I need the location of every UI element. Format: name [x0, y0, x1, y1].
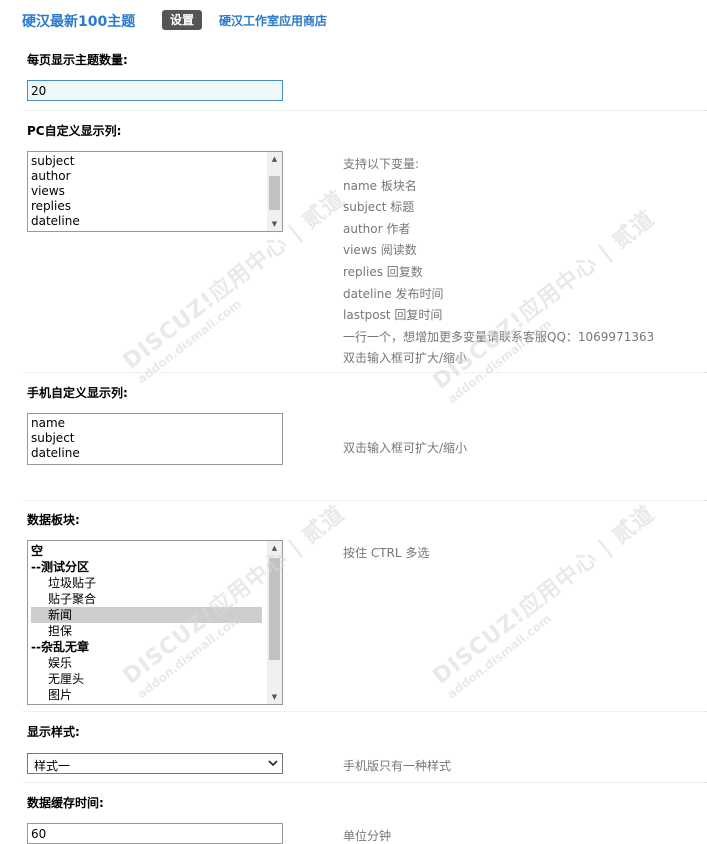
hint-line: replies 回复数 — [343, 265, 423, 279]
select-option[interactable]: 垃圾贴子 — [48, 575, 96, 591]
select-option[interactable]: 娱乐 — [48, 655, 72, 671]
select-option[interactable]: 无厘头 — [48, 671, 84, 687]
store-link[interactable]: 硬汉工作室应用商店 — [219, 12, 327, 29]
textarea-line: name — [31, 416, 66, 430]
cache-hint: 单位分钟 — [343, 829, 392, 843]
select-option-selected[interactable]: 新闻 — [31, 607, 262, 623]
pc-columns-textarea[interactable]: subject author views replies dateline ▲ … — [27, 151, 283, 232]
hint-line: 一行一个，想增加更多变量请联系客服QQ：1069971363 — [343, 330, 655, 344]
textarea-line: subject — [31, 154, 75, 168]
hint-line: 双击输入框可扩大/缩小 — [343, 351, 468, 365]
cache-input[interactable] — [27, 823, 283, 844]
divider — [22, 711, 707, 712]
style-select[interactable]: 样式一 — [27, 753, 283, 774]
scrollbar[interactable]: ▲ ▼ — [267, 541, 282, 704]
mobile-columns-hint: 双击输入框可扩大/缩小 — [343, 441, 468, 455]
tab-settings[interactable]: 设置 — [162, 10, 203, 30]
watermark: DISCUZ!应用中心 | 贰道 addon.dismall.com — [428, 206, 660, 407]
hint-line: 支持以下变量: — [343, 157, 420, 171]
forums-select[interactable]: 空 --测试分区 垃圾贴子 贴子聚合 新闻 担保 --杂乱无章 娱乐 无厘头 图… — [27, 540, 283, 705]
scroll-down-icon[interactable]: ▼ — [267, 217, 282, 231]
app-title: 硬汉最新100主题 — [22, 14, 136, 30]
textarea-line: subject — [31, 431, 75, 445]
style-hint: 手机版只有一种样式 — [343, 759, 452, 773]
per-page-input[interactable] — [27, 80, 283, 101]
scroll-thumb[interactable] — [269, 558, 280, 660]
textarea-line: author — [31, 169, 71, 183]
top-bar: 硬汉最新100主题 设置 硬汉工作室应用商店 — [0, 0, 707, 42]
hint-line: author 作者 — [343, 222, 411, 236]
forums-label: 数据板块: — [27, 513, 80, 527]
scroll-thumb[interactable] — [269, 176, 280, 210]
select-optgroup: --杂乱无章 — [31, 640, 89, 654]
select-option[interactable]: 图片 — [48, 687, 72, 703]
divider — [22, 372, 707, 373]
textarea-line: dateline — [31, 214, 80, 228]
watermark: DISCUZ!应用中心 | 贰道 addon.dismall.com — [428, 501, 660, 702]
scroll-down-icon[interactable]: ▼ — [267, 690, 282, 704]
divider — [22, 110, 707, 111]
style-label: 显示样式: — [27, 725, 80, 739]
mobile-columns-textarea[interactable]: name subject dateline — [27, 413, 283, 465]
divider — [22, 782, 707, 783]
select-option[interactable]: 担保 — [48, 623, 72, 639]
cache-label: 数据缓存时间: — [27, 796, 104, 810]
style-select-value: 样式一 — [34, 759, 71, 773]
hint-line: views 阅读数 — [343, 243, 417, 257]
per-page-label: 每页显示主题数量: — [27, 53, 128, 67]
scroll-up-icon[interactable]: ▲ — [267, 541, 282, 555]
textarea-line: views — [31, 184, 65, 198]
hint-line: subject 标题 — [343, 200, 415, 214]
scrollbar[interactable]: ▲ ▼ — [267, 152, 282, 231]
hint-line: name 板块名 — [343, 179, 417, 193]
chevron-down-icon — [268, 760, 278, 767]
mobile-columns-label: 手机自定义显示列: — [27, 386, 128, 400]
textarea-line: replies — [31, 199, 71, 213]
select-option[interactable]: 贴子聚合 — [48, 591, 96, 607]
select-optgroup: --测试分区 — [31, 560, 89, 574]
scroll-up-icon[interactable]: ▲ — [267, 152, 282, 166]
select-option[interactable]: 空 — [31, 543, 43, 559]
divider — [22, 500, 707, 501]
forums-hint: 按住 CTRL 多选 — [343, 546, 430, 560]
pc-columns-label: PC自定义显示列: — [27, 124, 122, 138]
textarea-line: dateline — [31, 446, 80, 460]
hint-line: lastpost 回复时间 — [343, 308, 443, 322]
hint-line: dateline 发布时间 — [343, 287, 444, 301]
